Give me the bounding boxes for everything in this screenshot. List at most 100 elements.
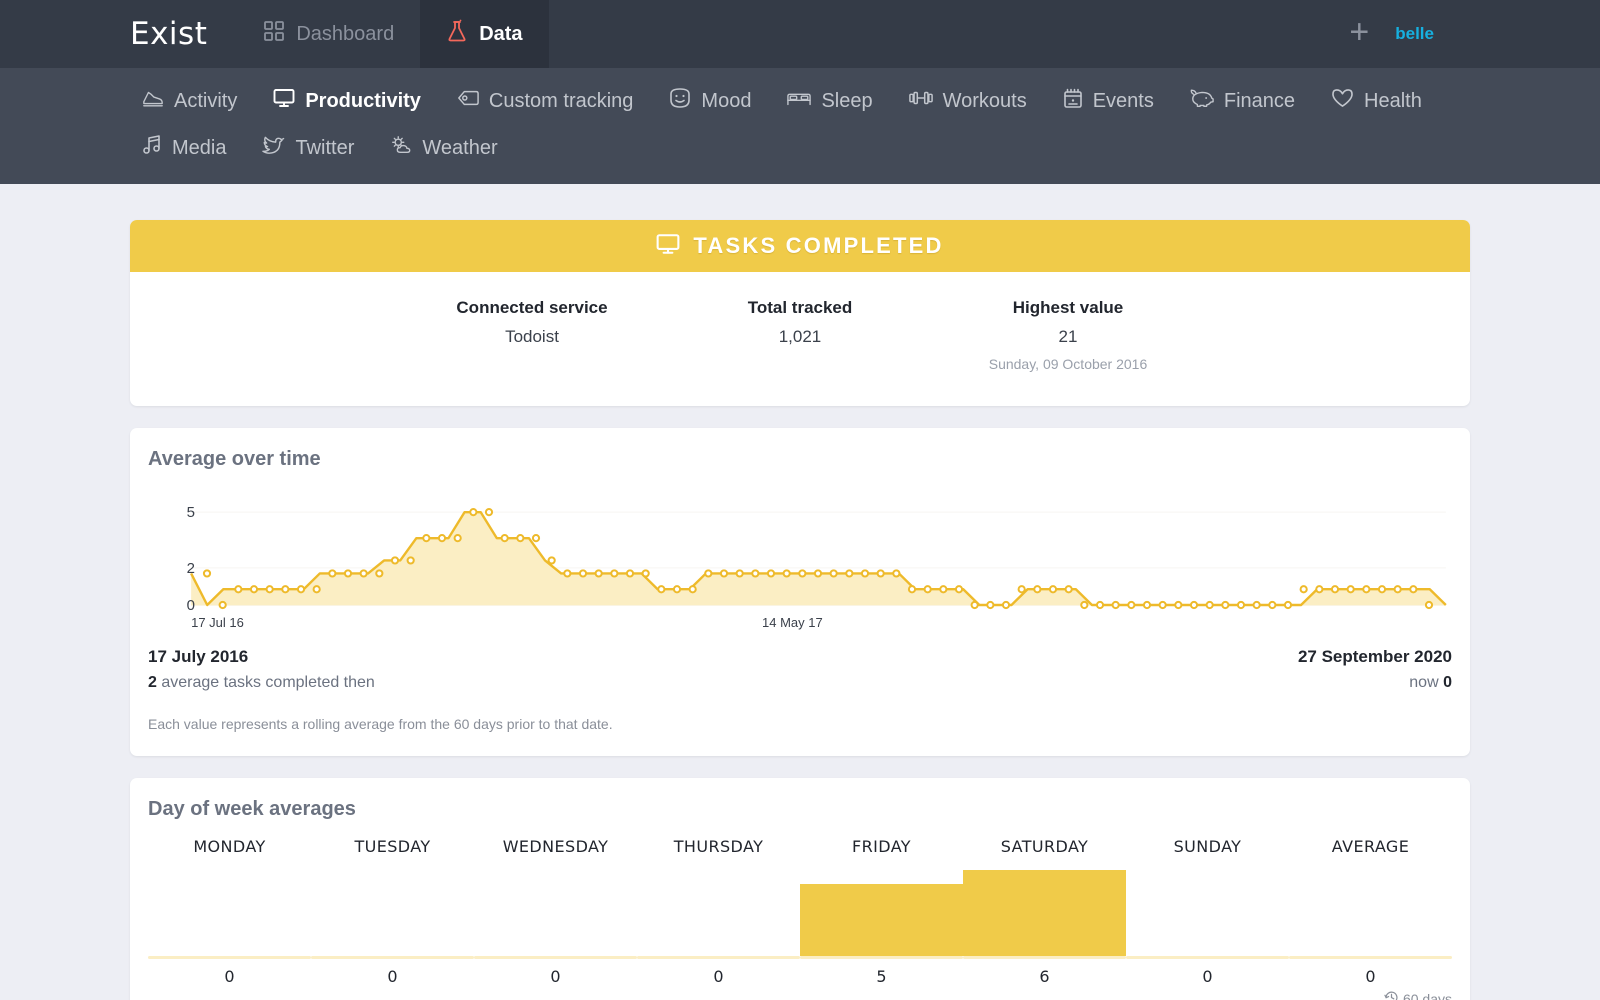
line-chart-x-axis: 17 Jul 16 14 May 17 — [148, 615, 1452, 635]
subnav-item-media[interactable]: Media — [142, 130, 226, 166]
subnav-label-workouts: Workouts — [942, 89, 1027, 112]
stat-label: Connected service — [456, 298, 608, 317]
day-of-week-column[interactable]: THURSDAY 0 — [637, 837, 800, 986]
range-end-date: 27 September 2020 — [1297, 647, 1452, 666]
day-of-week-label: MONDAY — [193, 837, 266, 856]
day-of-week-value: 0 — [224, 967, 235, 986]
day-of-week-column[interactable]: WEDNESDAY 0 — [474, 837, 637, 986]
subnav-item-workouts[interactable]: Workouts — [908, 84, 1027, 118]
subnav-item-productivity[interactable]: Productivity — [273, 83, 421, 119]
day-of-week-baseline — [311, 956, 474, 959]
day-of-week-column[interactable]: SUNDAY 0 — [1126, 837, 1289, 986]
day-of-week-bar-slot — [637, 866, 800, 956]
day-of-week-baseline — [148, 956, 311, 959]
day-of-week-title: Day of week averages — [148, 798, 356, 820]
range-end-prefix: now — [1409, 674, 1439, 691]
day-of-week-label: FRIDAY — [852, 837, 911, 856]
day-of-week-card: Day of week averages MONDAY 0 TUESDAY 0 WEDN… — [130, 778, 1470, 1000]
average-over-time-chart[interactable] — [148, 493, 1452, 613]
music-note-icon — [142, 135, 162, 161]
day-of-week-label: WEDNESDAY — [502, 837, 609, 856]
day-of-week-baseline — [1126, 956, 1289, 959]
stat-label: Total tracked — [747, 298, 853, 317]
topnav-item-dashboard[interactable]: Dashboard — [237, 0, 420, 68]
subnav-item-custom-tracking[interactable]: Custom tracking — [457, 84, 633, 118]
monitor-icon — [656, 233, 680, 260]
day-of-week-bar — [800, 884, 963, 956]
subnav-item-activity[interactable]: Activity — [142, 83, 237, 119]
day-of-week-baseline — [1289, 956, 1452, 959]
day-of-week-range-label: 60 days — [1402, 991, 1452, 1000]
day-of-week-label: SUNDAY — [1173, 837, 1242, 856]
subnav-label-weather: Weather — [422, 136, 498, 159]
subnav-label-sleep: Sleep — [821, 89, 873, 112]
chart-range-summary: 17 July 2016 2 average tasks completed t… — [130, 635, 1470, 692]
day-of-week-column[interactable]: MONDAY 0 — [148, 837, 311, 986]
stat-spacer — [1202, 298, 1470, 372]
day-of-week-bar-slot — [311, 866, 474, 956]
average-over-time-card: Average over time 025 17 Jul 16 14 May 17… — [130, 428, 1470, 756]
range-end-desc: now 0 — [1298, 674, 1452, 692]
x-axis-tick-label: 14 May 17 — [762, 615, 823, 630]
chart-range-start: 17 July 2016 2 average tasks completed t… — [148, 647, 375, 692]
range-start-desc: 2 average tasks completed then — [148, 674, 375, 692]
subnav-item-finance[interactable]: Finance — [1190, 83, 1295, 119]
day-of-week-bar-slot — [474, 866, 637, 956]
attribute-summary-card: TASKS COMPLETED Connected service Todois… — [130, 220, 1470, 406]
user-menu-link[interactable]: belle — [1395, 24, 1434, 44]
day-of-week-column[interactable]: TUESDAY 0 — [311, 837, 474, 986]
day-of-week-label: SATURDAY — [1000, 837, 1089, 856]
piggy-bank-icon — [1190, 88, 1214, 114]
bed-icon — [787, 89, 812, 113]
topnav-label-dashboard: Dashboard — [296, 22, 395, 45]
attribute-stats-row: Connected service Todoist Total tracked … — [130, 272, 1470, 406]
chart-explanation-note: Each value represents a rolling average … — [148, 716, 613, 732]
day-of-week-column[interactable]: SATURDAY 6 — [963, 837, 1126, 986]
average-over-time-title: Average over time — [148, 448, 321, 470]
day-of-week-value: 6 — [1039, 967, 1050, 986]
topnav-item-data[interactable]: Data — [420, 0, 549, 68]
stat-value: 21 — [1058, 327, 1078, 346]
chart-range-end: 27 September 2020 now 0 — [1298, 647, 1452, 692]
page-content: TASKS COMPLETED Connected service Todois… — [0, 184, 1600, 1000]
sun-cloud-icon — [390, 135, 412, 161]
stat-highest-value: Highest value 21 Sunday, 09 October 2016 — [934, 298, 1202, 372]
subnav-item-twitter[interactable]: Twitter — [262, 130, 354, 166]
subnav-label-finance: Finance — [1223, 89, 1296, 112]
day-of-week-column[interactable]: AVERAGE 0 — [1289, 837, 1452, 986]
subnav-item-mood[interactable]: Mood — [669, 82, 751, 120]
subnav-label-health: Health — [1364, 89, 1422, 112]
stat-label: Highest value — [1012, 298, 1124, 317]
calendar-icon — [1063, 88, 1083, 115]
stat-total-tracked: Total tracked 1,021 — [666, 298, 934, 372]
day-of-week-footer: 60 days — [130, 986, 1470, 1000]
twitter-bird-icon — [262, 135, 285, 161]
subnav-label-twitter: Twitter — [295, 136, 355, 159]
subnav-item-sleep[interactable]: Sleep — [787, 84, 873, 118]
day-of-week-bar-slot — [148, 866, 311, 956]
stat-sub-date: Sunday, 09 October 2016 — [988, 356, 1148, 372]
day-of-week-value: 0 — [387, 967, 398, 986]
subnav-label-productivity: Productivity — [305, 89, 421, 112]
x-axis-tick-label: 17 Jul 16 — [191, 615, 244, 630]
day-of-week-label: AVERAGE — [1331, 837, 1410, 856]
add-button[interactable]: + — [1349, 15, 1369, 54]
brand-logo[interactable]: Exist — [0, 0, 237, 68]
day-of-week-label: THURSDAY — [673, 837, 764, 856]
day-of-week-value: 0 — [713, 967, 724, 986]
day-of-week-value: 0 — [1365, 967, 1376, 986]
day-of-week-label: TUESDAY — [354, 837, 431, 856]
subnav-item-health[interactable]: Health — [1331, 83, 1422, 119]
day-of-week-value: 5 — [876, 967, 887, 986]
top-bar: Exist Dashboard Data + belle — [0, 0, 1600, 68]
day-of-week-value: 0 — [550, 967, 561, 986]
topbar-right-group: + belle — [1349, 0, 1600, 68]
stat-value: Todoist — [505, 327, 559, 346]
stat-connected-service: Connected service Todoist — [398, 298, 666, 372]
subnav-item-weather[interactable]: Weather — [390, 130, 498, 166]
subnav-item-events[interactable]: Events — [1063, 83, 1154, 120]
range-start-date: 17 July 2016 — [148, 647, 249, 666]
range-start-value: 2 — [148, 674, 157, 691]
day-of-week-column[interactable]: FRIDAY 5 — [800, 837, 963, 986]
history-clock-icon — [1384, 990, 1399, 1000]
